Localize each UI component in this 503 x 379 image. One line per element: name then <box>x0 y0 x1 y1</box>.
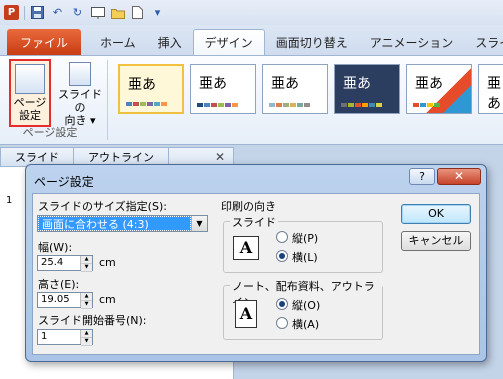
theme-2[interactable]: 亜あ <box>190 64 256 114</box>
width-label: 幅(W): <box>38 241 73 254</box>
height-input[interactable]: 19.05 ▲ ▼ <box>37 292 93 309</box>
start-number-value: 1 <box>41 331 48 342</box>
theme-sample-text: 亜あ <box>415 76 443 92</box>
notes-landscape-label: 横(A) <box>292 318 320 331</box>
theme-sample-text: 亜あ <box>199 76 227 92</box>
customize-toolbar-icon[interactable]: ▾ <box>150 5 165 20</box>
ribbon-tabs: ファイル ホーム 挿入 デザイン 画面切り替え アニメーション スライド ショー <box>0 25 503 55</box>
chevron-down-icon[interactable]: ▼ <box>191 216 207 231</box>
theme-color-bars <box>413 103 440 107</box>
close-pane-icon[interactable]: ✕ <box>215 150 225 164</box>
landscape-orientation-icon: A <box>233 236 259 260</box>
open-folder-icon[interactable] <box>110 5 125 20</box>
slide-orientation-label-1: スライドの <box>58 88 102 114</box>
save-icon[interactable] <box>30 5 45 20</box>
spin-down-icon[interactable]: ▼ <box>81 264 92 272</box>
ribbon-design: ページ 設定 スライドの 向き ▾ ページ設定 亜あ 亜あ 亜あ 亜あ 亜あ 亜… <box>0 55 503 145</box>
page-setup-dialog: ページ設定 ? ✕ スライドのサイズ指定(S): 画面に合わせる (4:3) ▼… <box>25 164 487 362</box>
theme-color-bars <box>341 103 382 107</box>
slideshow-start-icon[interactable] <box>90 5 105 20</box>
width-unit: cm <box>99 256 116 269</box>
theme-4[interactable]: 亜あ <box>334 64 400 114</box>
tab-slideshow[interactable]: スライド ショー <box>464 29 503 55</box>
theme-color-bars <box>126 102 167 106</box>
spin-up-icon[interactable]: ▲ <box>81 293 92 301</box>
new-document-icon[interactable] <box>130 5 145 20</box>
theme-sample-text: 亜あ <box>128 77 156 93</box>
tab-design[interactable]: デザイン <box>192 29 265 55</box>
undo-icon[interactable]: ↶ <box>50 5 65 20</box>
orientation-title: 印刷の向き <box>221 200 276 213</box>
theme-color-bars <box>197 103 238 107</box>
quick-access-toolbar: P ↶ ↻ ▾ <box>0 0 503 25</box>
notes-portrait-radio[interactable] <box>276 298 288 310</box>
page-setup-label-1: ページ <box>13 96 47 109</box>
theme-3[interactable]: 亜あ <box>262 64 328 114</box>
theme-5[interactable]: 亜あ <box>406 64 472 114</box>
slide-number: 1 <box>6 195 13 206</box>
tab-home[interactable]: ホーム <box>89 29 147 55</box>
dialog-body: スライドのサイズ指定(S): 画面に合わせる (4:3) ▼ 幅(W): 25.… <box>32 193 480 355</box>
spin-down-icon[interactable]: ▼ <box>81 301 92 309</box>
close-button[interactable]: ✕ <box>437 168 481 185</box>
powerpoint-window: P ↶ ↻ ▾ ファイル ホーム 挿入 デザイン 画面切り替え アニメーション … <box>0 0 503 379</box>
theme-6-partial[interactable]: 亜あ <box>478 64 503 114</box>
theme-office[interactable]: 亜あ <box>118 64 184 114</box>
width-input[interactable]: 25.4 ▲ ▼ <box>37 255 93 272</box>
page-setup-label-2: 設定 <box>19 109 41 122</box>
group-separator <box>107 60 108 140</box>
slides-landscape-radio[interactable] <box>276 250 288 262</box>
tab-animations[interactable]: アニメーション <box>359 29 465 55</box>
height-label: 高さ(E): <box>38 278 80 291</box>
tab-transitions[interactable]: 画面切り替え <box>265 29 359 55</box>
spin-down-icon[interactable]: ▼ <box>81 338 92 346</box>
slide-orientation-button[interactable]: スライドの 向き ▾ <box>56 59 104 127</box>
page-setup-button[interactable]: ページ 設定 <box>9 59 51 127</box>
tab-insert[interactable]: 挿入 <box>147 29 193 55</box>
start-number-label: スライド開始番号(N): <box>38 314 147 327</box>
portrait-orientation-icon: A <box>235 300 257 328</box>
dialog-title: ページ設定 <box>34 175 94 189</box>
height-value: 19.05 <box>41 294 70 305</box>
slide-size-label: スライドのサイズ指定(S): <box>38 200 167 213</box>
spin-up-icon[interactable]: ▲ <box>81 330 92 338</box>
height-unit: cm <box>99 293 116 306</box>
tab-file[interactable]: ファイル <box>7 29 82 55</box>
slide-size-value: 画面に合わせる (4:3) <box>38 216 191 231</box>
theme-sample-text: 亜あ <box>343 76 371 92</box>
slides-orientation-group: スライド A 縦(P) 横(L) <box>223 214 383 273</box>
cancel-button[interactable]: キャンセル <box>401 231 471 251</box>
width-value: 25.4 <box>41 257 64 268</box>
page-setup-group-label: ページ設定 <box>22 126 78 139</box>
redo-icon[interactable]: ↻ <box>70 5 85 20</box>
slides-landscape-label: 横(L) <box>292 251 318 264</box>
theme-sample-text: 亜あ <box>487 76 501 112</box>
start-number-input[interactable]: 1 ▲ ▼ <box>37 329 93 346</box>
page-setup-icon <box>15 64 45 94</box>
theme-sample-text: 亜あ <box>271 76 299 92</box>
theme-color-bars <box>269 103 310 107</box>
slides-group-title: スライド <box>230 214 278 230</box>
notes-orientation-group: ノート、配布資料、アウトライン A 縦(O) 横(A) <box>223 278 383 340</box>
slide-size-select[interactable]: 画面に合わせる (4:3) ▼ <box>37 215 208 232</box>
notes-portrait-label: 縦(O) <box>292 299 321 312</box>
slides-portrait-label: 縦(P) <box>292 232 319 245</box>
spin-up-icon[interactable]: ▲ <box>81 256 92 264</box>
toolbar-separator <box>24 5 25 20</box>
ok-button[interactable]: OK <box>401 204 471 224</box>
notes-landscape-radio[interactable] <box>276 317 288 329</box>
help-button[interactable]: ? <box>409 168 435 185</box>
slides-portrait-radio[interactable] <box>276 231 288 243</box>
powerpoint-app-icon[interactable]: P <box>4 5 19 20</box>
slide-orientation-icon <box>69 62 91 86</box>
